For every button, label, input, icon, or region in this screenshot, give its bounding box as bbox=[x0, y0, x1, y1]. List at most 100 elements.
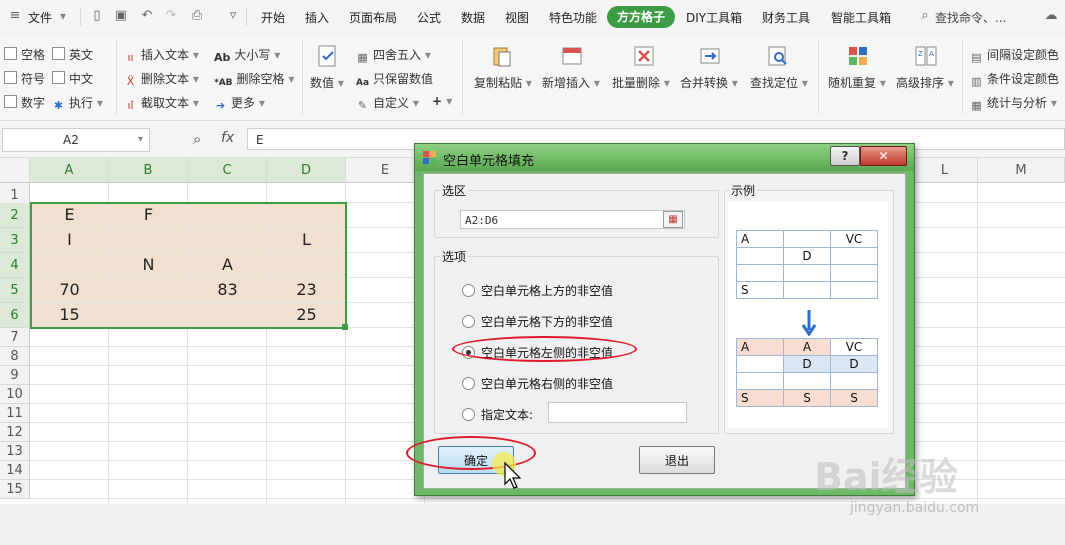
column-header-l[interactable]: L bbox=[912, 158, 978, 183]
checkbox-space[interactable]: 空格 bbox=[4, 46, 45, 63]
row-header-6[interactable]: 6 bbox=[0, 303, 30, 328]
insert-icon[interactable] bbox=[560, 44, 584, 68]
tab-insert[interactable]: 插入 bbox=[305, 9, 329, 26]
customize-icon[interactable]: ▿ bbox=[226, 9, 240, 23]
tab-smart-toolbox[interactable]: 智能工具箱 bbox=[831, 9, 891, 26]
radio-button[interactable] bbox=[462, 284, 475, 297]
chevron-down-icon[interactable]: ▾ bbox=[60, 9, 66, 23]
execute-button[interactable]: ✱ 执行 ▾ bbox=[52, 94, 103, 112]
row-header-9[interactable]: 9 bbox=[0, 366, 30, 385]
delete-space-button[interactable]: *AB 删除空格 ▾ bbox=[214, 70, 294, 90]
insert-text-button[interactable]: ıı 插入文本 ▾ bbox=[124, 46, 198, 64]
column-header-c[interactable]: C bbox=[188, 158, 267, 183]
radio-fill-below[interactable]: 空白单元格下方的非空值 bbox=[462, 313, 613, 330]
column-header-b[interactable]: B bbox=[109, 158, 188, 183]
fill-handle[interactable] bbox=[342, 324, 348, 330]
name-box[interactable]: A2 ▾ bbox=[2, 128, 150, 152]
plus-icon[interactable]: + ▾ bbox=[432, 94, 452, 108]
tab-view[interactable]: 视图 bbox=[505, 9, 529, 26]
numeric-button[interactable]: 数值 ▾ bbox=[310, 74, 344, 91]
tab-home[interactable]: 开始 bbox=[261, 9, 285, 26]
tab-formulas[interactable]: 公式 bbox=[417, 9, 441, 26]
random-repeat-icon[interactable] bbox=[846, 44, 870, 68]
radio-fill-right[interactable]: 空白单元格右侧的非空值 bbox=[462, 375, 613, 392]
checkbox-english[interactable]: 英文 bbox=[52, 46, 93, 63]
close-icon[interactable]: ✕ bbox=[860, 146, 907, 166]
custom-text-input[interactable] bbox=[548, 402, 687, 423]
interval-color-button[interactable]: ▤ 间隔设定颜色 bbox=[970, 46, 1059, 64]
file-menu[interactable]: 文件 bbox=[28, 9, 52, 26]
dialog-titlebar[interactable]: 空白单元格填充 ? ✕ bbox=[415, 144, 914, 171]
radio-fill-above[interactable]: 空白单元格上方的非空值 bbox=[462, 282, 613, 299]
row-header-7[interactable]: 7 bbox=[0, 328, 30, 347]
row-header-4[interactable]: 4 bbox=[0, 253, 30, 278]
radio-button[interactable] bbox=[462, 315, 475, 328]
redo-icon[interactable]: ↷ bbox=[164, 9, 178, 23]
numeric-icon[interactable] bbox=[316, 44, 340, 68]
checkbox[interactable] bbox=[4, 95, 17, 108]
delete-text-button[interactable]: Ẍ 删除文本 ▾ bbox=[124, 70, 199, 88]
copy-paste-icon[interactable] bbox=[490, 44, 514, 68]
row-header-3[interactable]: 3 bbox=[0, 228, 30, 253]
checkbox-chinese[interactable]: 中文 bbox=[52, 70, 93, 87]
row-header-8[interactable]: 8 bbox=[0, 347, 30, 366]
tab-page-layout[interactable]: 页面布局 bbox=[349, 9, 397, 26]
row-header-12[interactable]: 12 bbox=[0, 423, 30, 442]
row-header-10[interactable]: 10 bbox=[0, 385, 30, 404]
chevron-down-icon[interactable]: ▾ bbox=[138, 129, 143, 151]
extract-text-button[interactable]: ıǐ 截取文本 ▾ bbox=[124, 94, 198, 112]
radio-button[interactable] bbox=[462, 377, 475, 390]
row-header-5[interactable]: 5 bbox=[0, 278, 30, 303]
range-picker-icon[interactable]: ▦ bbox=[663, 211, 683, 228]
search-icon[interactable]: ⌕ bbox=[918, 9, 932, 23]
checkbox[interactable] bbox=[52, 71, 65, 84]
radio-button[interactable] bbox=[462, 408, 475, 421]
merge-convert-button[interactable]: 合并转换 ▾ bbox=[680, 74, 738, 91]
radio-custom-text[interactable]: 指定文本: bbox=[462, 406, 533, 423]
help-button[interactable]: ? bbox=[830, 146, 860, 166]
batch-delete-icon[interactable] bbox=[632, 44, 656, 68]
tab-finance[interactable]: 财务工具 bbox=[762, 9, 810, 26]
cloud-icon[interactable]: ☁ bbox=[1044, 9, 1058, 23]
tab-special[interactable]: 特色功能 bbox=[549, 9, 597, 26]
new-insert-button[interactable]: 新增插入 ▾ bbox=[542, 74, 600, 91]
range-input[interactable]: A2:D6 bbox=[460, 210, 685, 229]
print-icon[interactable]: ⎙ bbox=[190, 9, 204, 23]
tab-fangfangezi[interactable]: 方方格子 bbox=[607, 6, 675, 28]
checkbox[interactable] bbox=[52, 47, 65, 60]
advanced-sort-button[interactable]: 高级排序 ▾ bbox=[896, 74, 954, 91]
random-repeat-button[interactable]: 随机重复 ▾ bbox=[828, 74, 886, 91]
new-doc-icon[interactable]: ▯ bbox=[90, 9, 104, 23]
exit-button[interactable]: 退出 bbox=[639, 446, 715, 474]
round-button[interactable]: ▦ 四舍五入 ▾ bbox=[356, 46, 431, 64]
advanced-sort-icon[interactable]: ZA bbox=[914, 44, 938, 68]
keep-value-button[interactable]: Aa 只保留数值 bbox=[356, 70, 433, 90]
column-header-a[interactable]: A bbox=[30, 158, 109, 183]
stats-analysis-button[interactable]: ▦ 统计与分析 ▾ bbox=[970, 94, 1057, 112]
checkbox[interactable] bbox=[4, 47, 17, 60]
case-button[interactable]: Ab 大小写 ▾ bbox=[214, 46, 280, 64]
fx-icon[interactable]: fx bbox=[221, 130, 234, 146]
more-button[interactable]: ➔ 更多 ▾ bbox=[214, 94, 265, 112]
command-search[interactable]: 查找命令、... bbox=[935, 9, 1006, 26]
menu-icon[interactable]: ≡ bbox=[8, 9, 22, 23]
row-header-14[interactable]: 14 bbox=[0, 461, 30, 480]
custom-button[interactable]: ✎ 自定义 ▾ bbox=[356, 94, 419, 112]
tab-diy-toolbox[interactable]: DIY工具箱 bbox=[686, 9, 742, 26]
save-icon[interactable]: ▣ bbox=[114, 9, 128, 23]
find-locate-icon[interactable] bbox=[766, 44, 790, 68]
batch-delete-button[interactable]: 批量删除 ▾ bbox=[612, 74, 670, 91]
select-all-corner[interactable] bbox=[0, 158, 30, 183]
undo-icon[interactable]: ↶ bbox=[140, 9, 154, 23]
merge-convert-icon[interactable] bbox=[698, 44, 722, 68]
column-header-m[interactable]: M bbox=[978, 158, 1065, 183]
column-header-d[interactable]: D bbox=[267, 158, 346, 183]
row-header-11[interactable]: 11 bbox=[0, 404, 30, 423]
tab-data[interactable]: 数据 bbox=[461, 9, 485, 26]
condition-color-button[interactable]: ▥ 条件设定颜色 bbox=[970, 70, 1059, 88]
row-header-15[interactable]: 15 bbox=[0, 480, 30, 499]
row-header-2[interactable]: 2 bbox=[0, 203, 30, 228]
checkbox-symbol[interactable]: 符号 bbox=[4, 70, 45, 87]
checkbox-number[interactable]: 数字 bbox=[4, 94, 45, 111]
row-header-13[interactable]: 13 bbox=[0, 442, 30, 461]
